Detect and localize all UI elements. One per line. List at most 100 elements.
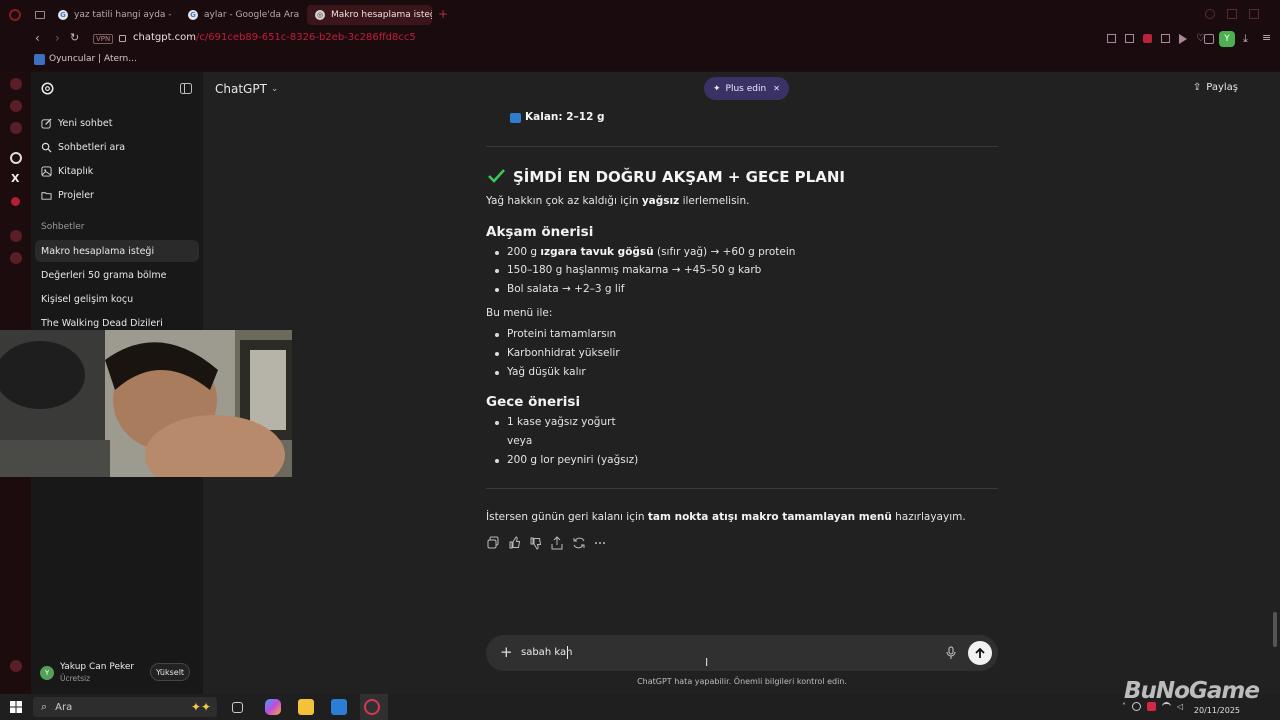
search-tabs-icon[interactable]: [1205, 9, 1215, 19]
bullet: [495, 459, 499, 463]
chatgpt-rail-icon[interactable]: [10, 152, 22, 164]
check-icon: [488, 169, 505, 183]
file-explorer-icon[interactable]: [298, 699, 314, 715]
download-icon[interactable]: ⤓: [1243, 32, 1248, 46]
url-field[interactable]: chatgpt.com/c/691ceb89-651c-8326-b2eb-3c…: [133, 32, 416, 43]
chat-item-label: The Walking Dead Dizileri: [41, 317, 163, 329]
taskbar-search[interactable]: ⌕ Ara ✦✦: [33, 697, 217, 717]
lock-icon[interactable]: [119, 35, 126, 42]
tab-yaz-tatili[interactable]: G yaz tatili hangi ayda - Goo: [50, 5, 175, 25]
tab-aylar[interactable]: G aylar - Google'da Ara: [180, 5, 305, 25]
intro-line: Yağ hakkın çok az kaldığı için yağsız il…: [486, 195, 749, 207]
new-chat-button[interactable]: Yeni sohbet: [35, 112, 199, 134]
folder-icon: [41, 191, 52, 200]
bookmark-favicon-icon: [34, 54, 45, 65]
microphone-icon[interactable]: [946, 646, 956, 660]
dinner-item: 200 g ızgara tavuk göğsü (sıfır yağ) → +…: [507, 246, 795, 258]
search-label: Ara: [55, 701, 73, 713]
forward-icon[interactable]: ›: [55, 31, 60, 45]
copilot-icon[interactable]: [265, 699, 281, 715]
pin-icon[interactable]: [1107, 34, 1116, 43]
tab-makro-hesaplama[interactable]: ◎ Makro hesaplama isteği: [307, 5, 432, 25]
library-button[interactable]: Kitaplık: [35, 160, 199, 182]
intro-bold: yağsız: [641, 195, 680, 207]
plus-upsell-pill[interactable]: ✦ Plus edin ✕: [704, 77, 789, 100]
clock-date[interactable]: 20/11/2025: [1194, 706, 1240, 715]
sparkle-icon: ✦: [713, 83, 721, 94]
dinner-item: 150–180 g haşlanmış makarna → +45–50 g k…: [507, 264, 762, 276]
user-avatar[interactable]: Y: [40, 666, 54, 680]
bunogame-watermark: BuNoGame: [1124, 678, 1260, 704]
notification-icon[interactable]: [11, 197, 20, 206]
bookmarks-bar: Oyuncular | Atern...: [0, 50, 1280, 70]
tab-label: aylar - Google'da Ara: [204, 10, 300, 20]
menu-icon[interactable]: ≡: [1262, 31, 1271, 44]
close-icon[interactable]: ✕: [773, 84, 780, 93]
chat-item-degerler[interactable]: Değerleri 50 grama bölme: [35, 264, 199, 286]
history-icon[interactable]: [10, 230, 22, 242]
browser-logo-icon[interactable]: [9, 9, 21, 21]
regenerate-icon[interactable]: [572, 536, 586, 550]
new-tab-button[interactable]: +: [438, 7, 448, 21]
divider: [486, 488, 998, 489]
minimize-icon[interactable]: [1227, 9, 1237, 19]
thumbs-down-icon[interactable]: [529, 536, 543, 550]
send-button[interactable]: [968, 641, 992, 665]
model-selector[interactable]: ChatGPT ⌄: [215, 82, 278, 96]
text-cursor-pointer-icon: I: [705, 656, 709, 669]
user-name[interactable]: Yakup Can Peker: [60, 662, 134, 672]
adblock-icon[interactable]: [1143, 34, 1152, 43]
browser-tab-bar: G yaz tatili hangi ayda - Goo G aylar - …: [0, 0, 1280, 30]
send-icon[interactable]: [1179, 34, 1187, 44]
bookmark-oyuncular[interactable]: Oyuncular | Atern...: [49, 54, 137, 64]
plus-label: Plus edin: [725, 83, 767, 94]
close-window-icon[interactable]: [1249, 9, 1259, 19]
settings-icon[interactable]: [10, 252, 22, 264]
windows-start-icon[interactable]: [10, 701, 22, 713]
search-chats-button[interactable]: Sohbetleri ara: [35, 136, 199, 158]
extensions-icon[interactable]: [1204, 34, 1214, 44]
video-icon[interactable]: [1161, 34, 1170, 43]
openai-logo-icon[interactable]: [40, 81, 55, 96]
chat-item-label: Makro hesaplama isteği: [41, 245, 155, 257]
thumbs-up-icon[interactable]: [508, 536, 522, 550]
messenger-icon[interactable]: [10, 78, 22, 90]
night-item: 200 g lor peyniri (yağsız): [507, 454, 639, 466]
bullet: [495, 421, 499, 425]
vpn-badge[interactable]: VPN: [93, 34, 114, 44]
model-label: ChatGPT: [215, 82, 267, 96]
google-favicon-icon: G: [188, 10, 198, 20]
workspace-icon[interactable]: [35, 11, 45, 19]
snapshot-icon[interactable]: [1125, 34, 1134, 43]
remaining-line: Kalan: 2–12 g: [525, 111, 605, 123]
item-text: (sıfır yağ) → +60 g protein: [653, 246, 796, 258]
projects-button[interactable]: Projeler: [35, 184, 199, 206]
share-message-icon[interactable]: [550, 536, 564, 550]
scrollbar[interactable]: [1273, 612, 1277, 647]
more-icon[interactable]: [593, 536, 607, 550]
chat-item-makro[interactable]: Makro hesaplama isteği: [35, 240, 199, 262]
profile-avatar[interactable]: Y: [1219, 31, 1235, 47]
attach-icon[interactable]: +: [500, 643, 513, 661]
blue-square-icon: [510, 113, 521, 123]
copy-icon[interactable]: [486, 536, 500, 550]
upgrade-button[interactable]: Yükselt: [150, 663, 190, 681]
sidebar-toggle-icon[interactable]: [180, 83, 192, 94]
search-icon: ⌕: [41, 700, 48, 713]
store-icon[interactable]: [331, 699, 347, 715]
bullet: [495, 333, 499, 337]
back-icon[interactable]: ‹: [35, 31, 40, 45]
windows-taskbar: ⌕ Ara ✦✦ ˄ ◁ 20/11/2025: [0, 694, 1280, 720]
x-icon[interactable]: X: [11, 172, 19, 185]
arrow-up-icon: [975, 647, 985, 658]
share-button[interactable]: ⇪ Paylaş: [1193, 82, 1238, 93]
task-view-icon[interactable]: [232, 702, 243, 713]
bullet: [495, 251, 499, 255]
message-input[interactable]: sabah kah: [521, 647, 572, 658]
chat-item-kisisel[interactable]: Kişisel gelişim koçu: [35, 288, 199, 310]
instagram-icon[interactable]: [10, 122, 22, 134]
reload-icon[interactable]: ↻: [70, 31, 79, 44]
whatsapp-icon[interactable]: [10, 100, 22, 112]
chatgpt-favicon-icon: ◎: [315, 10, 325, 20]
more-icon[interactable]: [10, 660, 22, 672]
